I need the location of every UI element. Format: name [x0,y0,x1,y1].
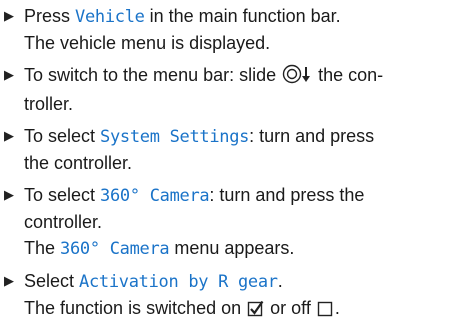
step-4-result-pre: The [24,238,61,258]
step-5: ▶ Select Activation by R gear. The funct… [0,268,462,324]
step-5-result-pre: The function is switched on [24,298,247,318]
step-4-result-post: menu appears. [169,238,295,258]
step-2: ▶ To switch to the menu bar: slide the c… [0,62,462,117]
step-5-pre: Select [24,271,80,291]
step-3: ▶ To select System Settings: turn and pr… [0,123,462,176]
step-5-result: The function is switched on or off . [24,295,462,324]
step-1-post: in the main function bar. [144,6,341,26]
step-2-continuation: troller. [24,94,74,114]
step-5-result-end: . [334,298,340,318]
step-1: ▶ Press Vehicle in the main function bar… [0,3,462,56]
step-4-continuation: controller. [24,212,103,232]
step-arrow-icon: ▶ [4,128,14,143]
camera-360-result-label: 360° Camera [60,239,170,259]
step-arrow-icon: ▶ [4,273,14,288]
step-4: ▶ To select 360° Camera: turn and press … [0,182,462,262]
step-arrow-icon: ▶ [4,187,14,202]
camera-360-label: 360° Camera [100,186,210,206]
step-arrow-icon: ▶ [4,8,14,23]
step-4-pre: To select [24,185,101,205]
step-2-post: the con- [313,65,384,85]
step-2-pre: To switch to the menu bar: slide [24,65,282,85]
step-3-post: : turn and press [249,126,375,146]
step-5-result-mid: or off [265,298,316,318]
step-1-result: The vehicle menu is displayed. [24,33,271,53]
vehicle-menu-label: Vehicle [75,7,145,27]
controller-slide-down-icon [281,64,313,91]
step-3-continuation: the controller. [24,153,133,173]
step-arrow-icon: ▶ [4,67,14,82]
step-4-post: : turn and press the [209,185,365,205]
step-3-pre: To select [24,126,101,146]
step-4-result: The 360° Camera menu appears. [24,235,462,262]
system-settings-label: System Settings [100,127,250,147]
checkbox-empty-icon [317,298,334,324]
instruction-page: ▶ Press Vehicle in the main function bar… [0,0,462,318]
step-5-post: . [277,271,283,291]
step-1-pre: Press [24,6,76,26]
activation-by-r-gear-label: Activation by R gear [79,272,278,292]
checkbox-checked-icon [247,298,264,324]
